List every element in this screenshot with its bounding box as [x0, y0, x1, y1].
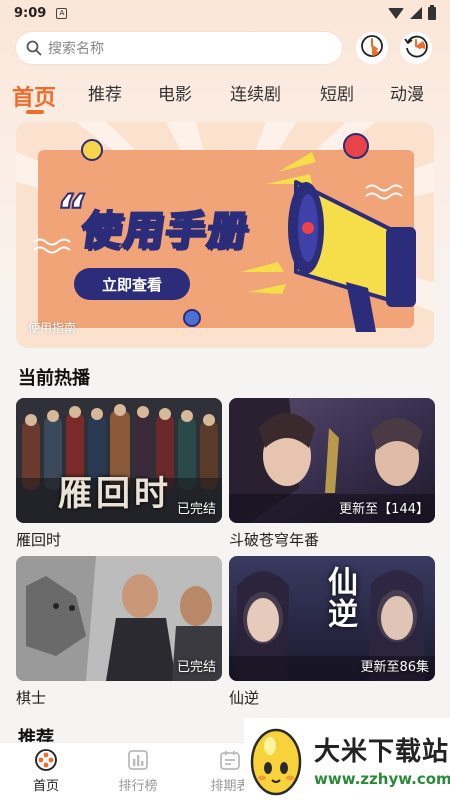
video-title: 棋士: [16, 689, 47, 707]
section-title-now-playing: 当前热播: [18, 368, 90, 389]
wifi-icon: [388, 7, 404, 19]
tab-recommend[interactable]: 推荐: [88, 80, 158, 116]
home-reel-icon: [35, 749, 57, 771]
poster-title-art: 雁回时: [58, 474, 172, 514]
watermark-text: 大米下载站 www.zzhyw.com: [314, 731, 450, 788]
promo-banner[interactable]: “ 使用手册 立即查看 使用指南: [16, 122, 434, 348]
video-card[interactable]: 更新至【144】 斗破苍穹年番: [229, 398, 435, 550]
banner-view-button[interactable]: 立即查看: [74, 268, 190, 300]
episode-status: 已完结: [176, 660, 216, 675]
status-bar: 9:09 A: [0, 0, 450, 26]
notification-icon: A: [56, 7, 68, 19]
banner-caption: 使用指南: [28, 321, 77, 335]
tab-label: 连续剧: [230, 85, 281, 105]
history-clock-icon: [359, 33, 385, 63]
video-card[interactable]: 已完结 棋士: [16, 556, 222, 708]
tab-label: 电影: [158, 85, 192, 105]
banner-headline: 使用手册: [77, 207, 253, 255]
nav-label: 排行榜: [118, 779, 158, 794]
battery-icon: [428, 4, 436, 20]
search-icon: [26, 39, 44, 57]
refresh-clock-icon: [403, 33, 429, 63]
episode-status: 更新至86集: [360, 660, 429, 675]
refresh-history-button[interactable]: [400, 32, 432, 64]
search-input[interactable]: 搜索名称: [16, 32, 342, 64]
history-button[interactable]: [356, 32, 388, 64]
nav-home[interactable]: 首页: [0, 743, 92, 800]
tab-movies[interactable]: 电影: [158, 80, 230, 116]
calendar-icon: [219, 749, 241, 771]
episode-status: 更新至【144】: [339, 502, 429, 517]
signal-icon: [410, 7, 422, 19]
poster-thumbnail: 已完结: [16, 556, 222, 681]
status-time: 9:09: [14, 5, 47, 21]
site-watermark: 大米下载站 www.zzhyw.com: [244, 718, 450, 800]
tab-label: 首页: [12, 86, 57, 111]
watermark-mascot-logo: [244, 718, 308, 800]
poster-thumbnail: 雁回时 已完结: [16, 398, 222, 523]
tab-home[interactable]: 首页: [12, 80, 88, 116]
poster-thumbnail: 更新至【144】: [229, 398, 435, 523]
watermark-url: www.zzhyw.com: [314, 769, 450, 788]
tab-anime[interactable]: 动漫: [390, 80, 446, 116]
video-title: 仙逆: [229, 689, 260, 707]
poster-title-art: 仙逆: [322, 566, 357, 630]
tab-label: 短剧: [320, 85, 354, 105]
nav-ranking[interactable]: 排行榜: [92, 743, 184, 800]
tab-label: 动漫: [390, 85, 424, 105]
category-tabs: 首页 推荐 电影 连续剧 短剧 动漫: [0, 76, 450, 116]
chart-icon: [127, 749, 149, 771]
poster-thumbnail: 仙逆 更新至86集: [229, 556, 435, 681]
video-title: 斗破苍穹年番: [229, 531, 320, 549]
episode-status: 已完结: [176, 502, 216, 517]
status-indicators: [388, 4, 436, 20]
tab-short-drama[interactable]: 短剧: [320, 80, 390, 116]
video-card[interactable]: 仙逆 更新至86集 仙逆: [229, 556, 435, 708]
tab-label: 推荐: [88, 85, 122, 105]
video-card[interactable]: 雁回时 已完结 雁回时: [16, 398, 222, 550]
video-title: 雁回时: [16, 531, 62, 549]
tab-series[interactable]: 连续剧: [230, 80, 320, 116]
nav-label: 首页: [32, 779, 59, 794]
tab-active-indicator: [26, 110, 44, 114]
watermark-site-name: 大米下载站: [314, 736, 450, 767]
search-placeholder: 搜索名称: [48, 41, 104, 57]
